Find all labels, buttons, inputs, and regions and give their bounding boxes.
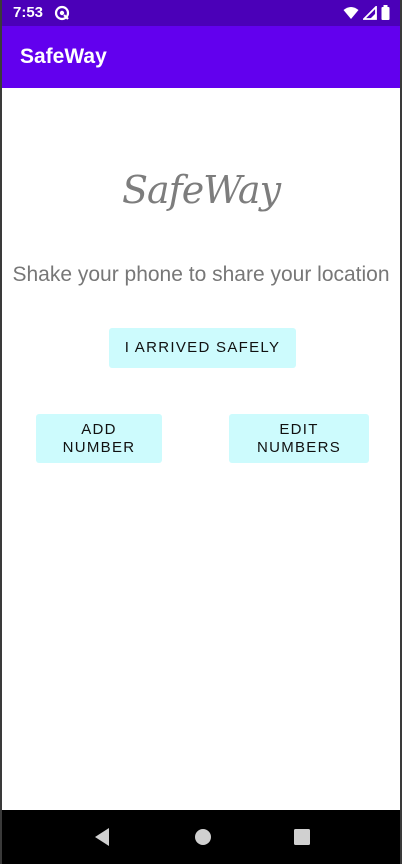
status-time: 7:53 (13, 4, 44, 21)
status-icons (343, 5, 390, 20)
battery-icon (381, 5, 390, 20)
app-logo: SafeWay (121, 168, 281, 212)
app-title: SafeWay (20, 45, 107, 68)
navigation-bar (2, 810, 400, 864)
home-icon[interactable] (191, 825, 215, 849)
app-notification-icon (54, 5, 70, 21)
recent-apps-icon[interactable] (290, 825, 314, 849)
app-bar: SafeWay (2, 26, 400, 88)
add-number-button[interactable]: ADD NUMBER (36, 414, 162, 463)
wifi-icon (343, 6, 359, 20)
arrived-safely-button[interactable]: I ARRIVED SAFELY (109, 328, 296, 368)
app-screen: 7:53 SafeWay SafeWay Shake your phone to… (0, 0, 402, 864)
instruction-text: Shake your phone to share your location (12, 263, 390, 286)
signal-icon (363, 5, 377, 20)
edit-numbers-button[interactable]: EDIT NUMBERS (229, 414, 369, 463)
status-bar: 7:53 (2, 0, 400, 26)
back-icon[interactable] (90, 825, 114, 849)
